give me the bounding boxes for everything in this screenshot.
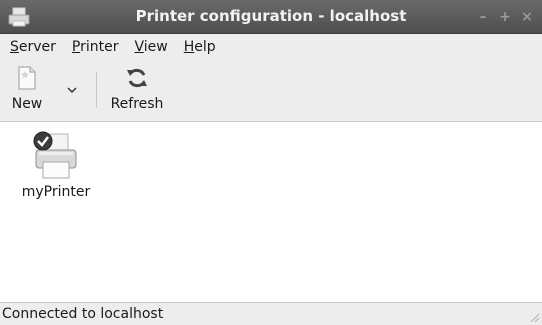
- resize-grip-icon[interactable]: [528, 311, 540, 323]
- menu-help[interactable]: Help: [182, 37, 218, 57]
- printer-list[interactable]: myPrinter: [0, 122, 542, 302]
- printer-item[interactable]: myPrinter: [12, 130, 100, 200]
- new-button[interactable]: New: [4, 66, 50, 112]
- status-bar: Connected to localhost: [0, 302, 542, 325]
- toolbar: New Refresh: [0, 60, 542, 122]
- menu-server[interactable]: Server: [8, 37, 58, 57]
- menu-printer[interactable]: Printer: [70, 37, 121, 57]
- minimize-button[interactable]: –: [474, 8, 492, 26]
- refresh-button[interactable]: Refresh: [104, 66, 170, 112]
- title-bar[interactable]: Printer configuration - localhost – + ×: [0, 0, 542, 34]
- refresh-label: Refresh: [110, 96, 164, 112]
- new-document-icon: [18, 66, 36, 90]
- toolbar-separator: [96, 72, 97, 108]
- status-text: Connected to localhost: [2, 306, 164, 322]
- printer-name: myPrinter: [21, 184, 91, 200]
- refresh-icon: [127, 68, 147, 88]
- chevron-down-icon[interactable]: [66, 84, 78, 96]
- printer-icon: [33, 131, 77, 179]
- close-button[interactable]: ×: [518, 8, 536, 26]
- new-label: New: [11, 96, 43, 112]
- maximize-button[interactable]: +: [496, 8, 514, 26]
- window-title: Printer configuration - localhost: [135, 7, 407, 25]
- menu-view[interactable]: View: [133, 37, 170, 57]
- menu-bar: Server Printer View Help: [0, 34, 542, 60]
